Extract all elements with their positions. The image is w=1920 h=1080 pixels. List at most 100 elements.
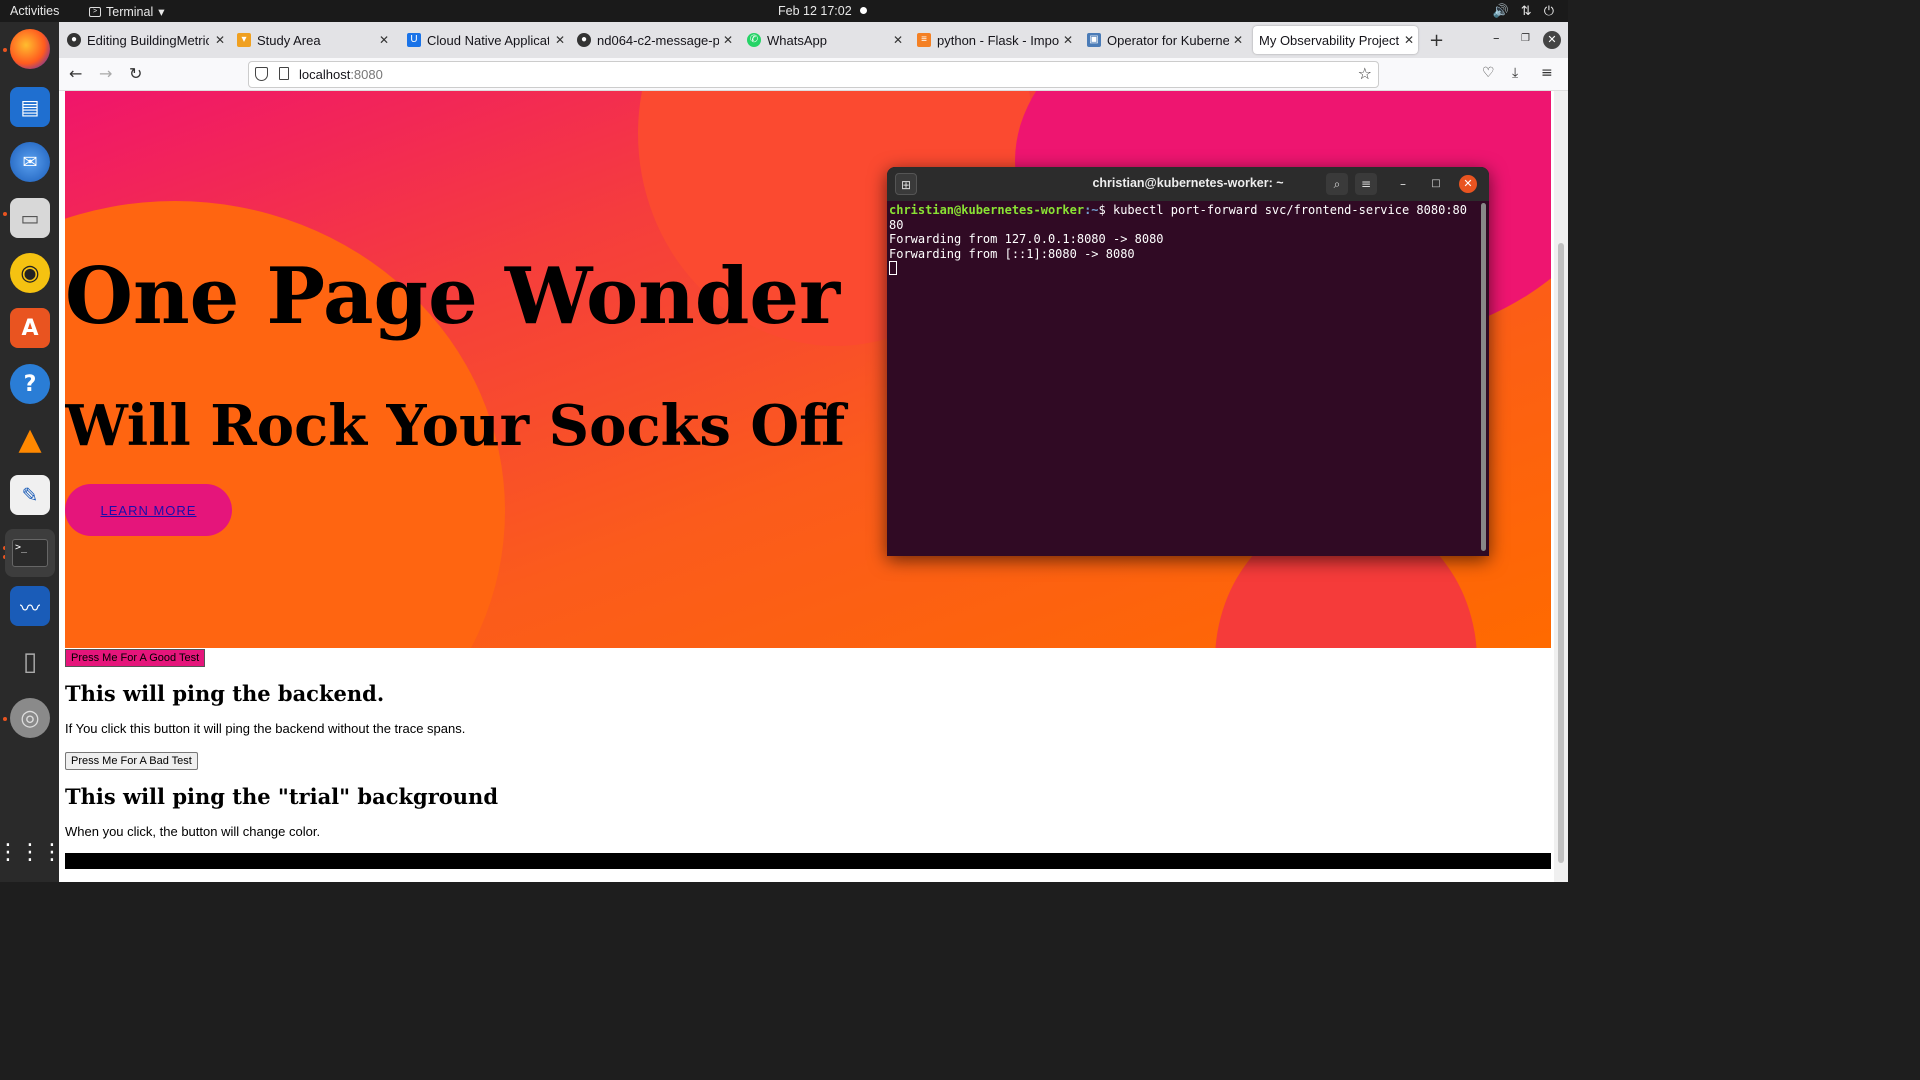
terminal-window[interactable]: ⊞ christian@kubernetes-worker: ~ ⌕ ≡ – □… xyxy=(887,167,1489,556)
github-icon: ● xyxy=(577,33,591,47)
terminal-titlebar[interactable]: ⊞ christian@kubernetes-worker: ~ ⌕ ≡ – □… xyxy=(887,167,1489,201)
tab-cloud-native[interactable]: U Cloud Native Applicati ✕ xyxy=(407,26,569,54)
system-monitor-icon[interactable]: 〰 xyxy=(10,586,50,626)
good-test-button[interactable]: Press Me For A Good Test xyxy=(65,649,206,667)
url-text: localhost:8080 xyxy=(299,67,383,82)
tab-python-flask[interactable]: ≡ python - Flask - Import ✕ xyxy=(917,26,1077,54)
back-arrow-icon[interactable]: ← xyxy=(69,64,82,83)
forward-arrow-icon[interactable]: → xyxy=(99,64,112,83)
volume-icon: 🔊 xyxy=(1492,3,1509,18)
scrollbar-thumb[interactable] xyxy=(1558,243,1564,863)
rhythmbox-icon[interactable]: ◉ xyxy=(10,253,50,293)
tab-whatsapp[interactable]: ✆ WhatsApp ✕ xyxy=(747,26,907,54)
writer-icon[interactable]: ▤ xyxy=(10,87,50,127)
clock[interactable]: Feb 12 17:02 xyxy=(778,4,852,18)
close-icon[interactable]: ✕ xyxy=(723,33,733,47)
app-menu[interactable]: > Terminal ▾ xyxy=(89,4,165,19)
activities-button[interactable]: Activities xyxy=(10,4,59,18)
github-icon: ● xyxy=(67,33,81,47)
terminal-dock-icon[interactable]: >_ xyxy=(5,529,55,577)
search-icon[interactable]: ⌕ xyxy=(1326,173,1348,195)
hero-subtitle: Will Rock Your Socks Off xyxy=(65,393,846,459)
tab-label: My Observability Project xyxy=(1259,32,1399,48)
new-tab-plus-icon[interactable]: + xyxy=(1429,30,1444,51)
restore-icon[interactable]: ❐ xyxy=(1521,33,1530,44)
text-editor-icon[interactable]: ✎ xyxy=(10,475,50,515)
tab-operator-kubernetes[interactable]: ▣ Operator for Kubernet ✕ xyxy=(1087,26,1247,54)
whatsapp-icon: ✆ xyxy=(747,33,761,47)
section-heading-backend: This will ping the backend. xyxy=(65,681,385,706)
browser-nav-bar: ← → ↻ localhost:8080 ☆ ♡ ⤓ ≡ xyxy=(59,58,1568,91)
tab-study-area[interactable]: ▾ Study Area ✕ xyxy=(237,26,393,54)
tab-label: Operator for Kubernet xyxy=(1107,32,1229,48)
tab-label: Editing BuildingMetric xyxy=(87,32,209,48)
network-icon: ⇅ xyxy=(1520,3,1532,18)
tab-label: Study Area xyxy=(257,32,321,48)
downloads-icon[interactable]: ⤓ xyxy=(1512,65,1518,81)
close-icon[interactable]: ✕ xyxy=(893,33,903,47)
prompt-path: :~ xyxy=(1084,203,1099,217)
document-icon: ▣ xyxy=(1087,33,1101,47)
menu-icon[interactable]: ≡ xyxy=(1355,173,1377,195)
close-icon[interactable]: ✕ xyxy=(379,33,389,47)
learn-more-link[interactable]: LEARN MORE xyxy=(101,503,197,518)
notification-dot-icon xyxy=(860,7,867,14)
study-area-icon: ▾ xyxy=(237,33,251,47)
terminal-output[interactable]: christian@kubernetes-worker:~$ kubectl p… xyxy=(889,203,1477,276)
optical-disc-icon[interactable]: ◎ xyxy=(10,698,50,738)
minimize-icon[interactable]: – xyxy=(1493,31,1500,46)
page-info-icon[interactable] xyxy=(279,67,289,80)
removable-drive-icon[interactable]: ▯ xyxy=(10,642,50,682)
close-icon[interactable]: ✕ xyxy=(1233,33,1243,47)
system-tray[interactable]: 🔊 ⇅ ⏻ xyxy=(1493,3,1554,19)
tab-nd064-message[interactable]: ● nd064-c2-message-pas ✕ xyxy=(577,26,737,54)
command-line: $ kubectl port-forward svc/frontend-serv… xyxy=(1098,203,1467,217)
thunderbird-icon[interactable]: ✉ xyxy=(10,142,50,182)
bad-test-button[interactable]: Press Me For A Bad Test xyxy=(65,752,198,770)
footer-bar xyxy=(65,853,1551,869)
files-icon[interactable]: ▭ xyxy=(10,198,50,238)
url-bar[interactable]: localhost:8080 ☆ xyxy=(248,61,1379,88)
stackoverflow-icon: ≡ xyxy=(917,33,931,47)
reload-icon[interactable]: ↻ xyxy=(129,64,142,83)
shield-icon[interactable] xyxy=(255,67,268,81)
close-icon[interactable]: ✕ xyxy=(215,33,225,47)
learn-more-button[interactable]: LEARN MORE xyxy=(65,484,232,536)
power-icon: ⏻ xyxy=(1543,3,1554,18)
firefox-icon[interactable] xyxy=(10,29,50,69)
hero-title: One Page Wonder xyxy=(65,251,841,342)
window-close-icon[interactable]: ✕ xyxy=(1543,31,1561,49)
show-apps-grid-icon[interactable]: ⋮⋮⋮ xyxy=(0,832,63,872)
running-indicator xyxy=(3,48,7,52)
bookmark-star-icon[interactable]: ☆ xyxy=(1358,64,1372,83)
app-menu-label: Terminal xyxy=(106,4,154,19)
close-icon[interactable]: ✕ xyxy=(555,33,565,47)
terminal-icon: >_ xyxy=(12,539,48,567)
terminal-cursor xyxy=(889,261,897,276)
running-indicator xyxy=(3,717,7,721)
close-icon[interactable]: ✕ xyxy=(1459,175,1477,193)
browser-tab-bar: ● Editing BuildingMetric ✕ ▾ Study Area … xyxy=(59,22,1568,58)
gnome-top-bar: Activities > Terminal ▾ Feb 12 17:02 🔊 ⇅… xyxy=(0,0,1568,22)
page-scrollbar[interactable] xyxy=(1554,91,1568,882)
maximize-icon[interactable]: □ xyxy=(1425,173,1447,195)
hamburger-menu-icon[interactable]: ≡ xyxy=(1541,65,1553,81)
chevron-down-icon: ▾ xyxy=(158,5,165,19)
terminal-scrollbar[interactable] xyxy=(1481,203,1486,551)
close-icon[interactable]: ✕ xyxy=(1063,33,1073,47)
tab-my-observability-project[interactable]: My Observability Project ✕ xyxy=(1253,26,1418,54)
output-line-2: Forwarding from [::1]:8080 -> 8080 xyxy=(889,246,1135,261)
tab-label: WhatsApp xyxy=(767,32,827,48)
vlc-icon[interactable]: ▲ xyxy=(10,419,50,459)
section-text-backend: If You click this button it will ping th… xyxy=(65,721,466,736)
help-icon[interactable]: ? xyxy=(10,364,50,404)
section-heading-trial: This will ping the "trial" background xyxy=(65,784,499,809)
pocket-icon[interactable]: ♡ xyxy=(1482,65,1495,81)
tab-label: Cloud Native Applicati xyxy=(427,32,549,48)
udacity-icon: U xyxy=(407,33,421,47)
software-center-icon[interactable]: A xyxy=(10,308,50,348)
tab-editing-buildingmetric[interactable]: ● Editing BuildingMetric ✕ xyxy=(67,26,229,54)
minimize-icon[interactable]: – xyxy=(1392,173,1414,195)
tab-label: nd064-c2-message-pas xyxy=(597,32,719,48)
close-icon[interactable]: ✕ xyxy=(1404,33,1414,47)
